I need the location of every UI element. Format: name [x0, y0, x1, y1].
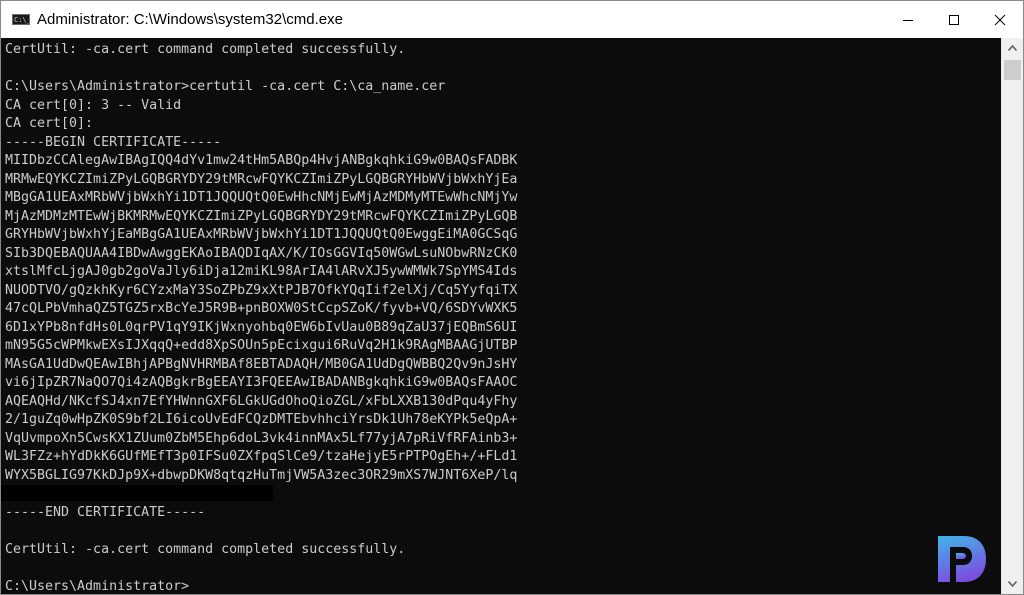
scroll-up-button[interactable]: [1002, 38, 1023, 58]
maximize-button[interactable]: [931, 1, 977, 38]
console-line: MjAzMDMzMTEwWjBKMRMwEQYKCZImiZPyLGQBGRYD…: [5, 208, 518, 224]
scroll-down-button[interactable]: [1002, 574, 1023, 594]
close-icon: [994, 14, 1006, 25]
console-line: xtslMfcLjgAJ0gb2goVaJly6iDja12miKL98ArIA…: [5, 264, 518, 279]
console-line: C:\Users\Administrator>certutil -ca.cert…: [5, 79, 446, 94]
minimize-button[interactable]: [885, 1, 931, 38]
watermark-logo-icon: [938, 536, 986, 582]
console-line: MRMwEQYKCZImiZPyLGQBGRYDY29tMRcwFQYKCZIm…: [5, 171, 518, 187]
console-line: MIIDbzCCAlegAwIBAgIQQ4dYv1mw24tHm5ABQp4H…: [5, 153, 518, 168]
window-title: Administrator: C:\Windows\system32\cmd.e…: [37, 11, 343, 28]
console-line: CA cert[0]: 3 -- Valid: [5, 97, 182, 113]
console-line: -----BEGIN CERTIFICATE-----: [5, 134, 222, 150]
console-output[interactable]: CertUtil: -ca.cert command completed suc…: [1, 38, 1001, 594]
console-line: WYX5BGLIG97KkDJp9X+dbwpDKW8qtqzHuTmjVW5A…: [5, 467, 518, 483]
chevron-down-icon: [1008, 581, 1017, 587]
console-line: -----END CERTIFICATE-----: [5, 504, 206, 520]
console-line: mN95G5cWPMkwEXsIJXqqQ+edd8XpSOUn5pEcixgu…: [5, 338, 518, 353]
console-line: vi6jIpZR7NaQO7Qi4zAQBgkrBgEEAYI3FQEEAwIB…: [5, 375, 518, 390]
console-line: CertUtil: -ca.cert command completed suc…: [5, 42, 406, 57]
window-controls: [885, 1, 1023, 38]
console-line: C:\Users\Administrator>: [5, 578, 190, 594]
console-line: NUODTVO/gQzkhKyr6CYzxMaY3SoZPbZ9xXtPJB7O…: [5, 282, 518, 298]
console-line: MAsGA1UdDwQEAwIBhjAPBgNVHRMBAf8EBTADAQH/…: [5, 356, 518, 372]
console-line: GRYHbWVjbWxhYjEaMBgGA1UEAxMRbWVjbWxhYi1D…: [5, 227, 518, 242]
console-line: CA cert[0]:: [5, 116, 94, 131]
console-text: CertUtil: -ca.cert command completed suc…: [5, 41, 517, 594]
close-button[interactable]: [977, 1, 1023, 38]
redacted-region: [1, 485, 273, 501]
vertical-scrollbar[interactable]: [1001, 38, 1023, 594]
console-line: AQEAQHd/NKcfSJ4xn7EfYHWnnGXF6LGkUGdOhoQi…: [5, 393, 518, 409]
console-line: CertUtil: -ca.cert command completed suc…: [5, 541, 406, 557]
console-line: MBgGA1UEAxMRbWVjbWxhYi1DT1JQQUQtQ0EwHhcN…: [5, 190, 518, 205]
minimize-icon: [903, 19, 913, 21]
console-line: 6D1xYPb8nfdHs0L0qrPV1qY9IKjWxnyohbq0EW6b…: [5, 319, 518, 335]
chevron-up-icon: [1008, 45, 1017, 51]
cmd-window: C:\_ Administrator: C:\Windows\system32\…: [0, 0, 1024, 595]
maximize-icon: [949, 14, 959, 25]
console-line: SIb3DQEBAQUAA4IBDwAwggEKAoIBAQDIqAX/K/IO…: [5, 245, 518, 261]
console-line: 2/1guZq0wHpZK0S9bf2LI6icoUvEdFCQzDMTEbvh…: [5, 412, 518, 427]
console-line: WL3FZz+hYdDkK6GUfMEfT3p0IFSu0ZXfpqSlCe9/…: [5, 449, 518, 464]
title-bar[interactable]: C:\_ Administrator: C:\Windows\system32\…: [1, 1, 1023, 38]
cmd-app-icon[interactable]: C:\_: [12, 14, 30, 25]
console-line: 47cQLPbVmhaQZ5TGZ5rxBcYeJ5R9B+pnBOXW0StC…: [5, 301, 518, 316]
console-line: VqUvmpoXn5CwsKX1ZUum0ZbM5Ehp6doL3vk4innM…: [5, 430, 518, 446]
scroll-thumb[interactable]: [1004, 60, 1021, 80]
